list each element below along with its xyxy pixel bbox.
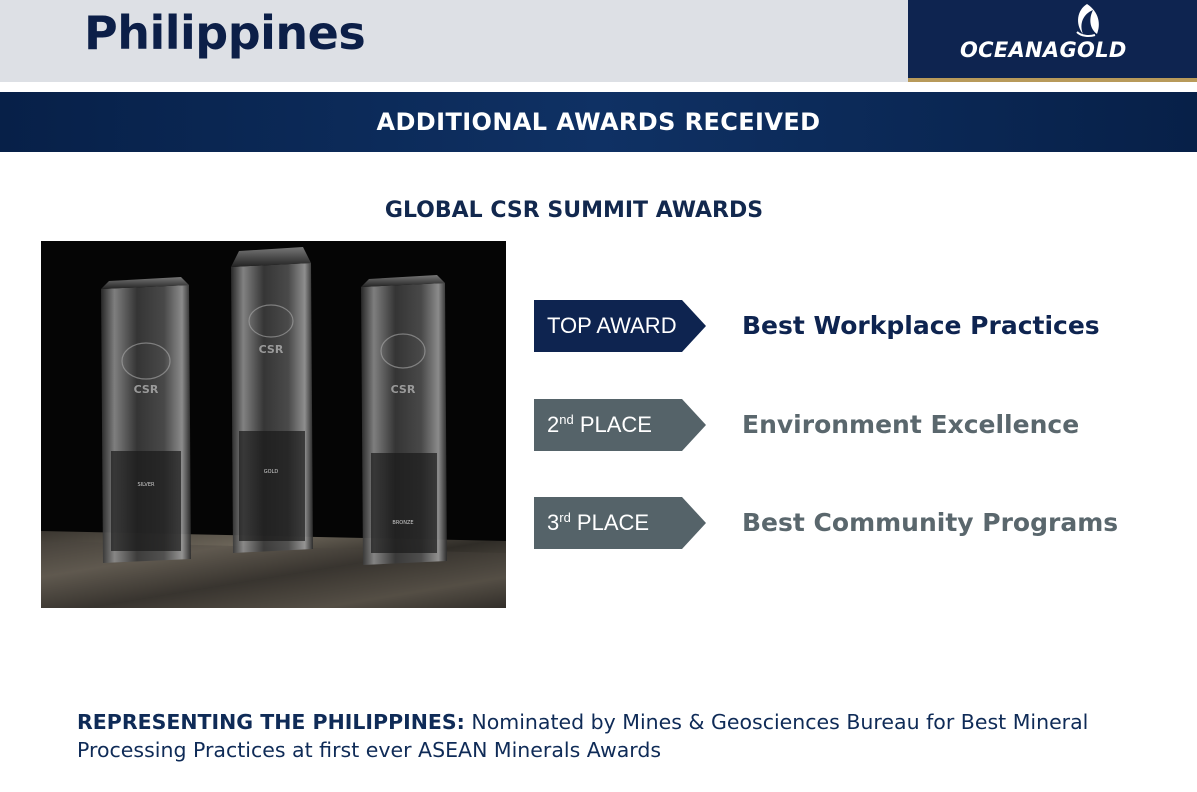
page-title: Philippines [84, 6, 366, 60]
award-name-second: Environment Excellence [742, 410, 1080, 439]
trophy-bronze: CSR BRONZE [361, 275, 447, 565]
wave-swoosh-icon [1076, 4, 1099, 37]
footer-statement: REPRESENTING THE PHILIPPINES: Nominated … [77, 708, 1137, 764]
award-tag-label: TOP AWARD [547, 313, 677, 338]
awards-subtitle: GLOBAL CSR SUMMIT AWARDS [384, 198, 764, 223]
award-tag-third: 3rd PLACE [534, 497, 708, 549]
svg-text:CSR: CSR [134, 383, 159, 396]
footer-lead: REPRESENTING THE PHILIPPINES: [77, 710, 465, 734]
svg-text:BRONZE: BRONZE [392, 520, 413, 526]
award-row-second: 2nd PLACE Environment Excellence [534, 399, 1174, 451]
svg-text:CSR: CSR [259, 343, 284, 356]
award-tag-label: 3rd PLACE [547, 510, 650, 535]
svg-text:GOLD: GOLD [264, 469, 279, 475]
award-name-third: Best Community Programs [742, 508, 1119, 537]
svg-text:CSR: CSR [391, 383, 416, 396]
company-logo[interactable]: OCEANAGOLD [908, 0, 1197, 82]
award-row-top: TOP AWARD Best Workplace Practices [534, 300, 1174, 352]
award-tag-second: 2nd PLACE [534, 399, 708, 451]
trophy-silver: CSR SILVER [101, 277, 191, 563]
award-row-third: 3rd PLACE Best Community Programs [534, 497, 1174, 549]
award-name-top: Best Workplace Practices [742, 311, 1100, 340]
section-banner: ADDITIONAL AWARDS RECEIVED [0, 92, 1197, 152]
trophy-gold: CSR GOLD [231, 247, 313, 553]
section-title: ADDITIONAL AWARDS RECEIVED [376, 108, 821, 136]
award-tag-label: 2nd PLACE [547, 412, 652, 437]
award-tag-top: TOP AWARD [534, 300, 708, 352]
trophies-photo: CSR SILVER CSR GOLD CSR BRONZE [41, 241, 506, 608]
logo-wordmark: OCEANAGOLD [960, 38, 1127, 62]
svg-text:SILVER: SILVER [138, 482, 155, 488]
